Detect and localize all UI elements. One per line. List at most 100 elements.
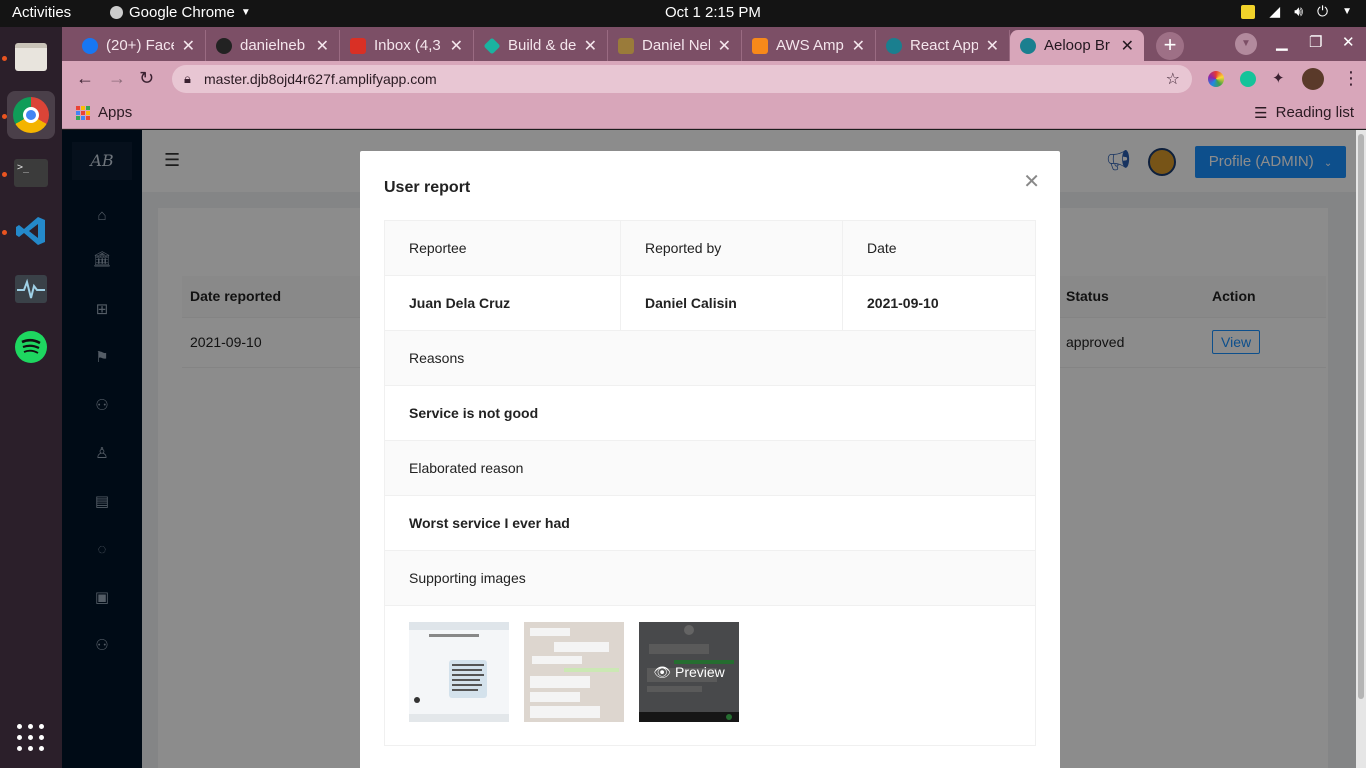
- close-window-icon[interactable]: ✕: [1342, 33, 1355, 51]
- elaborated-label-row: Elaborated reason: [385, 441, 1035, 496]
- tab[interactable]: Build & de ✕: [474, 30, 608, 61]
- files-icon[interactable]: [7, 33, 55, 81]
- tab[interactable]: AWS Amp ✕: [742, 30, 876, 61]
- extensions-puzzle-icon[interactable]: ✦: [1272, 69, 1288, 87]
- tab[interactable]: (20+) Facel ✕: [72, 30, 206, 61]
- close-tab-icon[interactable]: ✕: [852, 36, 865, 56]
- close-tab-icon[interactable]: ✕: [316, 36, 329, 56]
- reasons-value-row: Service is not good: [385, 386, 1035, 441]
- react-icon: [886, 37, 902, 54]
- tab-label: Inbox (4,3: [374, 37, 441, 54]
- gmail-icon: [350, 37, 366, 54]
- clock[interactable]: Oct 1 2:15 PM: [665, 4, 761, 21]
- tab[interactable]: danielneb ✕: [206, 30, 340, 61]
- dock: >_: [0, 27, 62, 768]
- aws-amplify-icon: [752, 37, 768, 54]
- supporting-image-thumbnail[interactable]: [524, 622, 624, 722]
- tab-label: Daniel Nel: [642, 37, 710, 54]
- amplify-diamond-icon: [483, 37, 501, 54]
- tab[interactable]: Daniel Nel ✕: [608, 30, 742, 61]
- tab-label: (20+) Facel: [106, 37, 174, 54]
- tab-strip: (20+) Facel ✕ danielneb ✕ Inbox (4,3 ✕ B…: [62, 27, 1366, 61]
- close-tab-icon[interactable]: ✕: [182, 36, 195, 56]
- address-bar[interactable]: 🔒︎ master.djb8ojd4r627f.amplifyapp.com ☆: [172, 65, 1192, 93]
- system-menu-caret-icon[interactable]: ▼: [1342, 6, 1352, 17]
- terminal-icon[interactable]: >_: [7, 149, 55, 197]
- reportee-value: Juan Dela Cruz: [409, 295, 511, 311]
- elaborated-reason-value: Worst service I ever had: [409, 515, 570, 531]
- forward-icon[interactable]: →: [108, 68, 126, 89]
- tab-label: Build & de: [508, 37, 576, 54]
- value-row: Juan Dela Cruz Daniel Calisin 2021-09-10: [385, 276, 1035, 331]
- tab-search-icon[interactable]: ▼: [1235, 33, 1257, 55]
- notes-indicator-icon[interactable]: [1241, 4, 1256, 19]
- reasons-value: Service is not good: [409, 405, 539, 421]
- reported-by-label: Reported by: [645, 240, 722, 256]
- tab[interactable]: Inbox (4,3 ✕: [340, 30, 474, 61]
- tab-label: React App: [910, 37, 978, 54]
- portfolio-icon: [618, 37, 634, 54]
- grammarly-icon[interactable]: [1240, 71, 1256, 87]
- reasons-label-row: Reasons: [385, 331, 1035, 386]
- reading-list-label: Reading list: [1275, 104, 1354, 121]
- wifi-icon[interactable]: ◢: [1269, 3, 1280, 20]
- date-label: Date: [867, 240, 897, 256]
- supporting-images: 👁︎ Preview: [385, 606, 1035, 745]
- preview-label: Preview: [674, 664, 725, 680]
- caret-down-icon: ▼: [240, 7, 251, 18]
- app-menu[interactable]: Google Chrome ▼: [110, 4, 251, 21]
- profile-avatar-icon[interactable]: [1302, 68, 1324, 90]
- reload-icon[interactable]: ↻: [139, 68, 154, 89]
- minimize-icon[interactable]: ▁: [1276, 33, 1288, 51]
- close-tab-icon[interactable]: ✕: [450, 36, 463, 56]
- lock-icon[interactable]: 🔒︎: [184, 71, 191, 87]
- spotify-icon[interactable]: [7, 323, 55, 371]
- tab-active[interactable]: Aeloop Br ✕: [1010, 30, 1144, 61]
- page-scrollbar[interactable]: [1356, 130, 1366, 768]
- elaborated-reason-label: Elaborated reason: [409, 460, 524, 476]
- close-tab-icon[interactable]: ✕: [718, 36, 731, 56]
- images-label-row: Supporting images: [385, 551, 1035, 606]
- date-value: 2021-09-10: [867, 295, 939, 311]
- close-tab-icon[interactable]: ✕: [584, 36, 597, 56]
- volume-icon[interactable]: 🔊︎: [1294, 3, 1303, 20]
- close-icon[interactable]: ✕: [1023, 169, 1040, 194]
- tab-label: AWS Amp: [776, 37, 844, 54]
- reportee-label: Reportee: [409, 240, 467, 256]
- show-applications-icon[interactable]: [17, 724, 45, 752]
- preview-overlay[interactable]: 👁︎ Preview: [639, 622, 739, 722]
- supporting-image-thumbnail[interactable]: 👁︎ Preview: [639, 622, 739, 722]
- browser-toolbar: ← → ↻ 🔒︎ master.djb8ojd4r627f.amplifyapp…: [62, 61, 1366, 97]
- apps-grid-icon: [76, 105, 90, 120]
- tab[interactable]: React App ✕: [876, 30, 1010, 61]
- reading-list-button[interactable]: ☰ Reading list: [1254, 104, 1354, 122]
- back-icon[interactable]: ←: [76, 68, 94, 89]
- reported-by-value: Daniel Calisin: [645, 295, 737, 311]
- url-text[interactable]: master.djb8ojd4r627f.amplifyapp.com: [204, 71, 437, 87]
- activities-button[interactable]: Activities: [12, 4, 71, 21]
- more-menu-icon[interactable]: ⋮: [1342, 68, 1360, 89]
- chrome-app-icon: [110, 6, 123, 19]
- system-top-bar: Activities Google Chrome ▼ Oct 1 2:15 PM…: [0, 0, 1366, 27]
- vscode-icon[interactable]: [7, 207, 55, 255]
- label-row: Reportee Reported by Date: [385, 221, 1035, 276]
- close-tab-icon[interactable]: ✕: [986, 36, 999, 56]
- system-tray[interactable]: ◢ 🔊︎ ⏻ ▼: [1241, 3, 1352, 20]
- scrollbar-thumb[interactable]: [1358, 134, 1364, 699]
- eye-icon: 👁︎: [653, 663, 671, 680]
- apps-shortcut[interactable]: Apps: [76, 104, 132, 121]
- github-icon: [216, 37, 232, 54]
- supporting-image-thumbnail[interactable]: [409, 622, 509, 722]
- bookmarks-bar: Apps ☰ Reading list: [62, 97, 1366, 129]
- supporting-images-label: Supporting images: [409, 570, 526, 586]
- system-monitor-icon[interactable]: [7, 265, 55, 313]
- react-icon: [1020, 37, 1036, 54]
- color-extension-icon[interactable]: [1208, 71, 1224, 87]
- close-tab-icon[interactable]: ✕: [1121, 36, 1134, 56]
- maximize-icon[interactable]: ❐: [1309, 33, 1322, 51]
- new-tab-button[interactable]: +: [1156, 32, 1184, 60]
- bookmark-star-icon[interactable]: ☆: [1166, 69, 1180, 89]
- power-icon[interactable]: ⏻: [1317, 3, 1328, 20]
- chrome-icon[interactable]: [7, 91, 55, 139]
- tab-label: Aeloop Br: [1044, 37, 1110, 54]
